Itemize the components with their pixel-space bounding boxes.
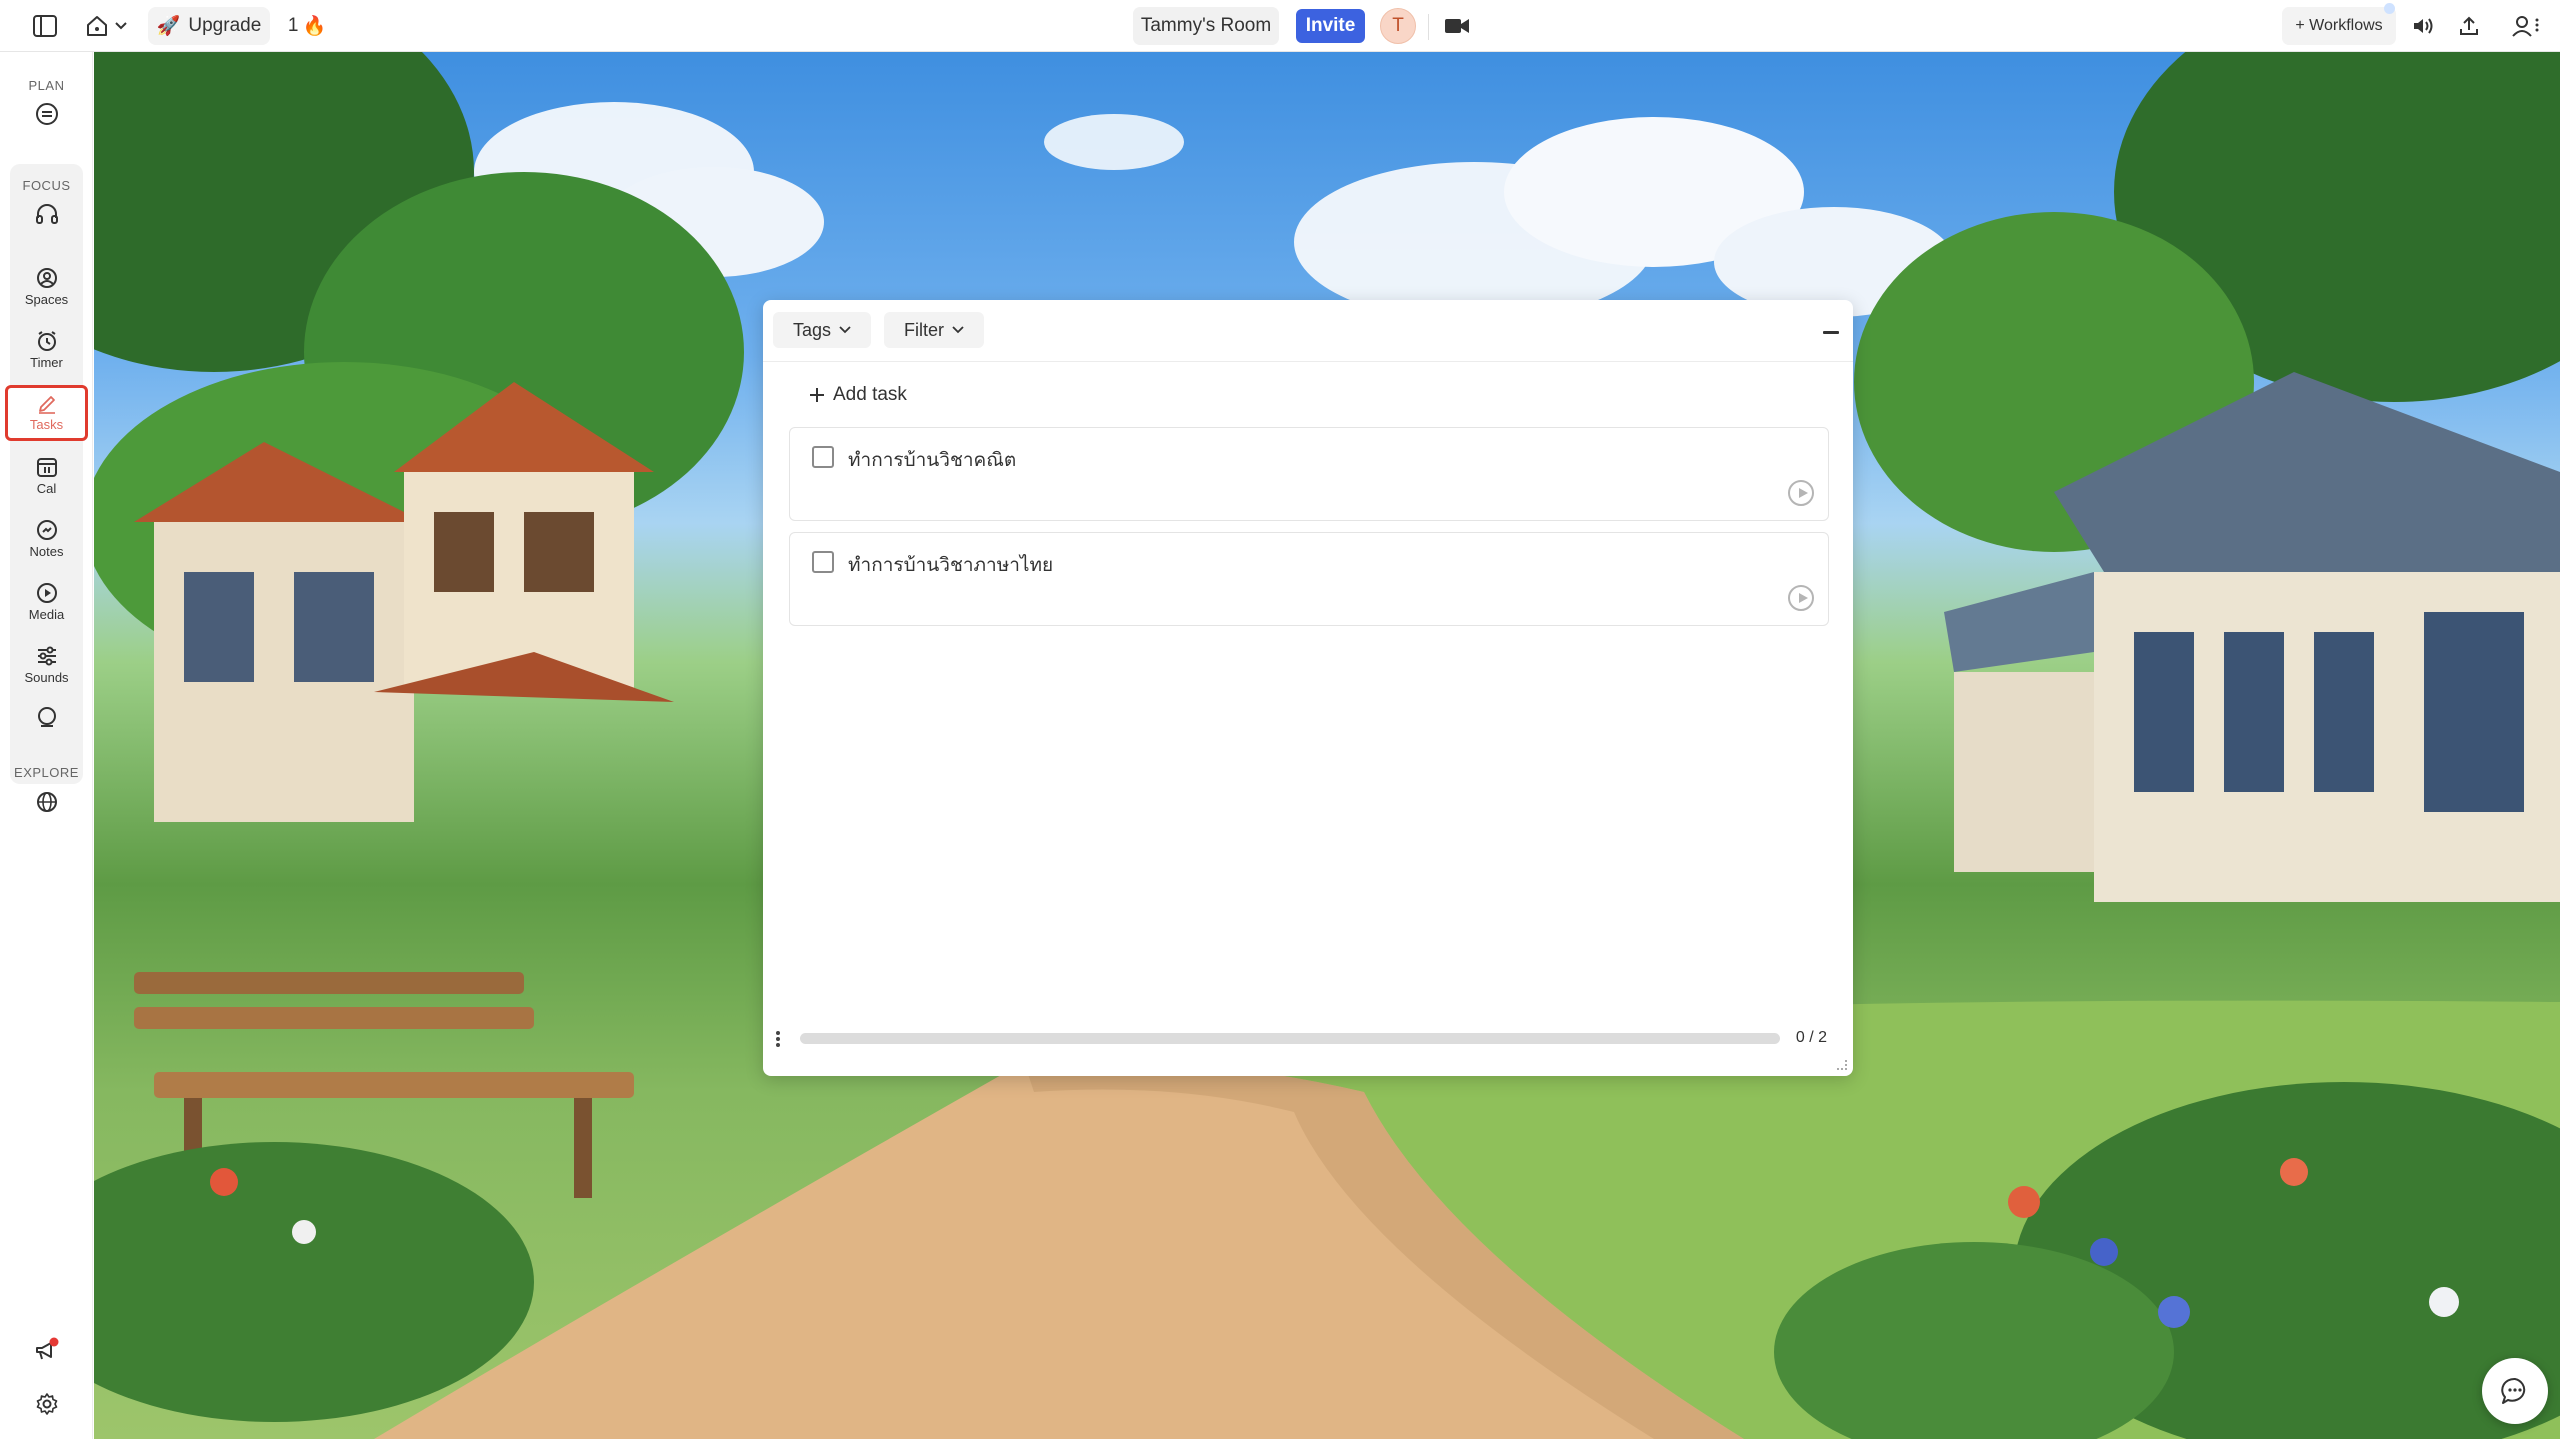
sidebar: PLAN FOCUS Spaces Timer Tasks Cal Notes … xyxy=(0,52,93,1439)
plus-icon xyxy=(810,388,824,402)
add-task-button[interactable]: Add task xyxy=(809,384,907,406)
tasks-panel-header: Tags Filter xyxy=(763,300,1853,362)
task-title: ทำการบ้านวิชาภาษาไทย xyxy=(848,555,1054,576)
start-task-icon[interactable] xyxy=(1788,480,1814,506)
sidebar-item-label: Sounds xyxy=(24,670,69,685)
minimize-button[interactable] xyxy=(1823,331,1839,334)
sidebar-item-media[interactable]: Media xyxy=(5,574,88,630)
chevron-down-icon xyxy=(839,326,851,334)
gear-icon xyxy=(36,1393,57,1415)
sidebar-toggle-icon[interactable] xyxy=(28,7,62,45)
sidebar-item-label: Media xyxy=(28,607,65,622)
sidebar-item-focus[interactable] xyxy=(5,194,88,234)
rocket-icon: 🚀 xyxy=(156,16,181,37)
task-title: ทำการบ้านวิชาคณิต xyxy=(848,450,1017,471)
more-options-icon[interactable] xyxy=(776,1031,780,1047)
sidebar-item-explore[interactable] xyxy=(5,782,88,822)
announcements-button[interactable] xyxy=(5,1330,88,1370)
sidebar-item-notes[interactable]: Notes xyxy=(5,511,88,567)
workflows-button[interactable]: + Workflows xyxy=(2282,7,2396,45)
settings-button[interactable] xyxy=(5,1384,88,1424)
room-name-button[interactable]: Tammy's Room xyxy=(1133,7,1279,45)
chevron-down-icon xyxy=(952,326,964,334)
globe-icon xyxy=(36,792,57,812)
sliders-icon xyxy=(37,646,56,666)
task-count: 0 / 2 xyxy=(1795,1029,1827,1046)
sidebar-item-plan[interactable] xyxy=(5,94,88,134)
task-checkbox[interactable] xyxy=(812,551,834,573)
sidebar-item-timer[interactable]: Timer xyxy=(5,322,88,378)
resize-handle[interactable] xyxy=(1837,1060,1847,1070)
alarm-clock-icon xyxy=(37,331,56,351)
tasks-panel: Tags Filter Add task ทำการบ้านวิชาคณิต ท… xyxy=(763,300,1853,1076)
task-item[interactable]: ทำการบ้านวิชาคณิต xyxy=(789,427,1829,521)
headphones-icon xyxy=(35,204,58,224)
video-camera-icon[interactable] xyxy=(1440,7,1474,45)
tags-label: Tags xyxy=(793,319,832,340)
invite-button[interactable]: Invite xyxy=(1296,9,1365,43)
megaphone-icon xyxy=(35,1337,58,1360)
streak-count: 1 xyxy=(287,15,299,36)
task-item[interactable]: ทำการบ้านวิชาภาษาไทย xyxy=(789,532,1829,626)
tags-dropdown[interactable]: Tags xyxy=(773,312,872,348)
chat-icon xyxy=(2501,1377,2526,1404)
sidebar-item-label: Tasks xyxy=(29,417,64,432)
sidebar-item-sounds[interactable]: Sounds xyxy=(5,637,88,693)
avatar[interactable]: T xyxy=(1380,8,1416,44)
sidebar-item-label: Notes xyxy=(29,544,64,559)
notes-icon xyxy=(36,520,57,540)
streak-counter[interactable]: 1 🔥 xyxy=(284,7,330,45)
play-circle-icon xyxy=(36,583,57,603)
sidebar-item-tasks[interactable]: Tasks xyxy=(5,385,88,441)
upgrade-label: Upgrade xyxy=(188,15,262,36)
speech-bubble-icon xyxy=(37,707,56,727)
sidebar-item-label: Spaces xyxy=(24,292,69,307)
filter-dropdown[interactable]: Filter xyxy=(884,312,984,348)
task-progress-bar xyxy=(800,1033,1780,1044)
task-checkbox[interactable] xyxy=(812,446,834,468)
fire-icon: 🔥 xyxy=(302,16,327,37)
home-menu-button[interactable] xyxy=(80,7,132,45)
sidebar-item-more[interactable] xyxy=(5,700,88,744)
volume-icon[interactable] xyxy=(2406,7,2440,45)
home-icon xyxy=(87,16,107,36)
share-upload-icon[interactable] xyxy=(2452,7,2486,45)
filter-label: Filter xyxy=(904,319,944,340)
top-bar: 🚀 Upgrade 1 🔥 Tammy's Room Invite T + Wo… xyxy=(0,0,2560,52)
sidebar-item-cal[interactable]: Cal xyxy=(5,448,88,504)
plan-section-label: PLAN xyxy=(28,78,65,93)
chat-button[interactable] xyxy=(2482,1358,2548,1424)
calendar-icon xyxy=(36,458,57,477)
divider xyxy=(1428,14,1429,40)
explore-section-label: EXPLORE xyxy=(14,765,79,780)
sidebar-item-label: Timer xyxy=(30,355,63,370)
workflows-indicator-dot xyxy=(2384,3,2395,14)
sidebar-item-label: Cal xyxy=(36,481,57,496)
add-task-label: Add task xyxy=(833,384,907,405)
chevron-down-icon xyxy=(115,22,127,30)
plan-icon xyxy=(35,103,58,125)
start-task-icon[interactable] xyxy=(1788,585,1814,611)
pencil-icon xyxy=(38,396,55,414)
account-menu-icon[interactable] xyxy=(2506,7,2546,45)
spaces-icon xyxy=(36,268,57,288)
focus-section-label: FOCUS xyxy=(22,178,71,193)
upgrade-button[interactable]: 🚀 Upgrade xyxy=(148,7,270,45)
sidebar-item-spaces[interactable]: Spaces xyxy=(5,259,88,315)
